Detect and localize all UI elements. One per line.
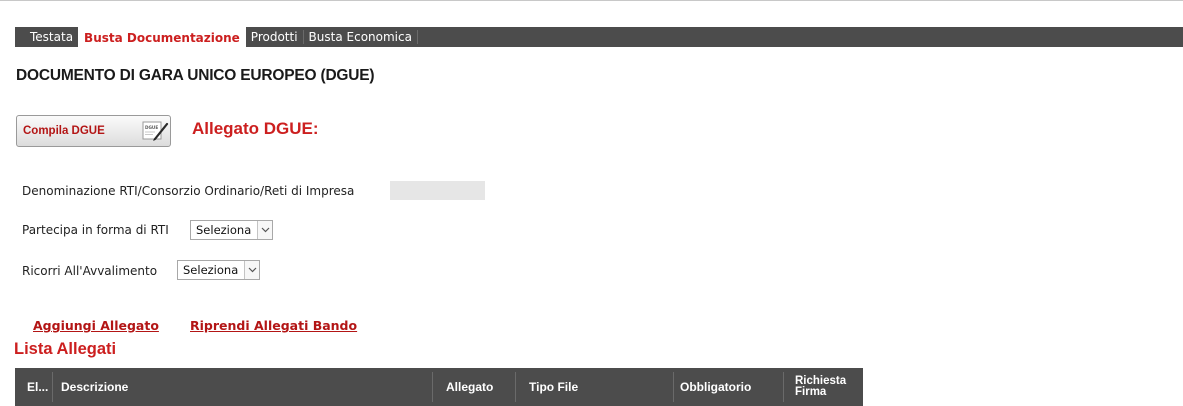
page-title: DOCUMENTO DI GARA UNICO EUROPEO (DGUE) xyxy=(16,67,375,84)
tab-bar: Testata Busta Documentazione Prodotti Bu… xyxy=(15,27,1183,48)
partecipa-rti-value: Seleziona xyxy=(196,223,252,237)
lista-allegati-title: Lista Allegati xyxy=(14,340,117,358)
column-header-allegato[interactable]: Allegato xyxy=(446,368,493,406)
tab-busta-documentazione[interactable]: Busta Documentazione xyxy=(78,27,246,48)
column-header-richiesta-firma[interactable]: Richiesta Firma xyxy=(795,368,846,406)
column-header-el[interactable]: El... xyxy=(27,368,48,406)
aggiungi-allegato-link[interactable]: Aggiungi Allegato xyxy=(33,318,159,333)
allegato-dgue-label: Allegato DGUE: xyxy=(192,119,319,138)
tab-prodotti[interactable]: Prodotti xyxy=(246,27,303,47)
tab-separator xyxy=(416,30,418,44)
denominazione-field[interactable] xyxy=(390,181,485,200)
denominazione-label: Denominazione RTI/Consorzio Ordinario/Re… xyxy=(22,184,355,198)
column-header-obbligatorio[interactable]: Obbligatorio xyxy=(680,368,751,406)
chevron-down-icon[interactable] xyxy=(244,261,259,279)
svg-text:DGUE: DGUE xyxy=(145,125,158,130)
partecipa-rti-label: Partecipa in forma di RTI xyxy=(22,223,169,237)
tab-testata[interactable]: Testata xyxy=(15,27,78,47)
column-header-descrizione[interactable]: Descrizione xyxy=(61,368,128,406)
document-edit-icon: DGUE xyxy=(142,121,169,141)
ricorri-avvalimento-label: Ricorri All'Avvalimento xyxy=(22,264,158,278)
top-divider xyxy=(0,0,1183,1)
column-header-firma-line: Firma xyxy=(795,386,827,398)
ricorri-avvalimento-select[interactable]: Seleziona xyxy=(177,260,260,280)
chevron-down-icon[interactable] xyxy=(257,221,272,239)
column-separator xyxy=(432,372,433,402)
tab-busta-economica[interactable]: Busta Economica xyxy=(304,27,417,47)
compila-dgue-button[interactable]: Compila DGUE DGUE xyxy=(16,115,171,147)
allegati-table-header: El... Descrizione Allegato Tipo File Obb… xyxy=(15,368,863,406)
compila-dgue-label: Compila DGUE xyxy=(23,125,105,137)
column-separator xyxy=(783,372,784,402)
riprendi-allegati-bando-link[interactable]: Riprendi Allegati Bando xyxy=(190,318,357,333)
partecipa-rti-select[interactable]: Seleziona xyxy=(190,220,273,240)
column-separator xyxy=(52,372,53,402)
column-header-tipo-file[interactable]: Tipo File xyxy=(529,368,578,406)
column-separator xyxy=(673,372,674,402)
ricorri-avvalimento-value: Seleziona xyxy=(183,263,239,277)
column-separator xyxy=(515,372,516,402)
